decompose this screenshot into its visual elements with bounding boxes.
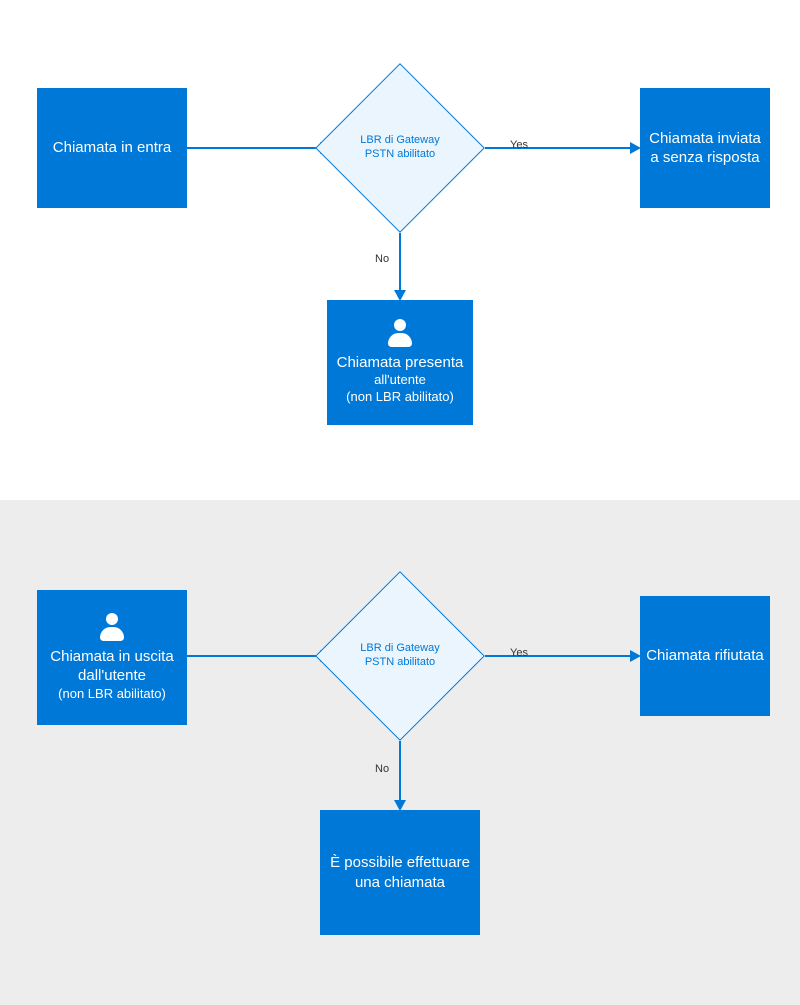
connector — [399, 233, 401, 290]
user-icon — [385, 319, 415, 349]
text: a senza risposta — [650, 148, 759, 168]
edge-label-yes: Yes — [510, 139, 528, 151]
user-icon — [97, 613, 127, 643]
text: Chiamata in entra — [53, 138, 171, 158]
text: PSTN abilitato — [365, 148, 435, 160]
text: una chiamata — [355, 873, 445, 893]
connector — [399, 741, 401, 800]
connector — [187, 655, 320, 657]
text: all'utente — [374, 372, 426, 389]
flow-outbound: Chiamata in uscita dall'utente (non LBR … — [0, 500, 800, 1005]
text: (non LBR abilitato) — [346, 389, 454, 406]
text: LBR di Gateway — [360, 642, 439, 654]
text: È possibile effettuare — [330, 853, 470, 873]
decision-label: LBR di Gateway PSTN abilitato — [340, 134, 460, 162]
connector — [187, 147, 320, 149]
text: dall'utente — [78, 666, 146, 686]
text: Chiamata in uscita — [50, 647, 173, 667]
edge-label-no: No — [375, 763, 389, 775]
node-inbound-yes-result: Chiamata inviata a senza risposta — [640, 88, 770, 208]
text: LBR di Gateway — [360, 134, 439, 146]
text: Chiamata presenta — [337, 353, 464, 373]
node-inbound-no-result: Chiamata presenta all'utente (non LBR ab… — [327, 300, 473, 425]
node-outbound-no-result: È possibile effettuare una chiamata — [320, 810, 480, 935]
text: (non LBR abilitato) — [58, 686, 166, 703]
node-inbound-start: Chiamata in entra — [37, 88, 187, 208]
text: PSTN abilitato — [365, 656, 435, 668]
connector — [485, 655, 630, 657]
decision-label: LBR di Gateway PSTN abilitato — [340, 642, 460, 670]
edge-label-no: No — [375, 253, 389, 265]
node-outbound-start: Chiamata in uscita dall'utente (non LBR … — [37, 590, 187, 725]
node-outbound-yes-result: Chiamata rifiutata — [640, 596, 770, 716]
flow-inbound: Chiamata in entra LBR di Gateway PSTN ab… — [0, 0, 800, 500]
text: Chiamata inviata — [649, 129, 761, 149]
edge-label-yes: Yes — [510, 647, 528, 659]
connector — [485, 147, 630, 149]
text: Chiamata rifiutata — [646, 646, 764, 666]
